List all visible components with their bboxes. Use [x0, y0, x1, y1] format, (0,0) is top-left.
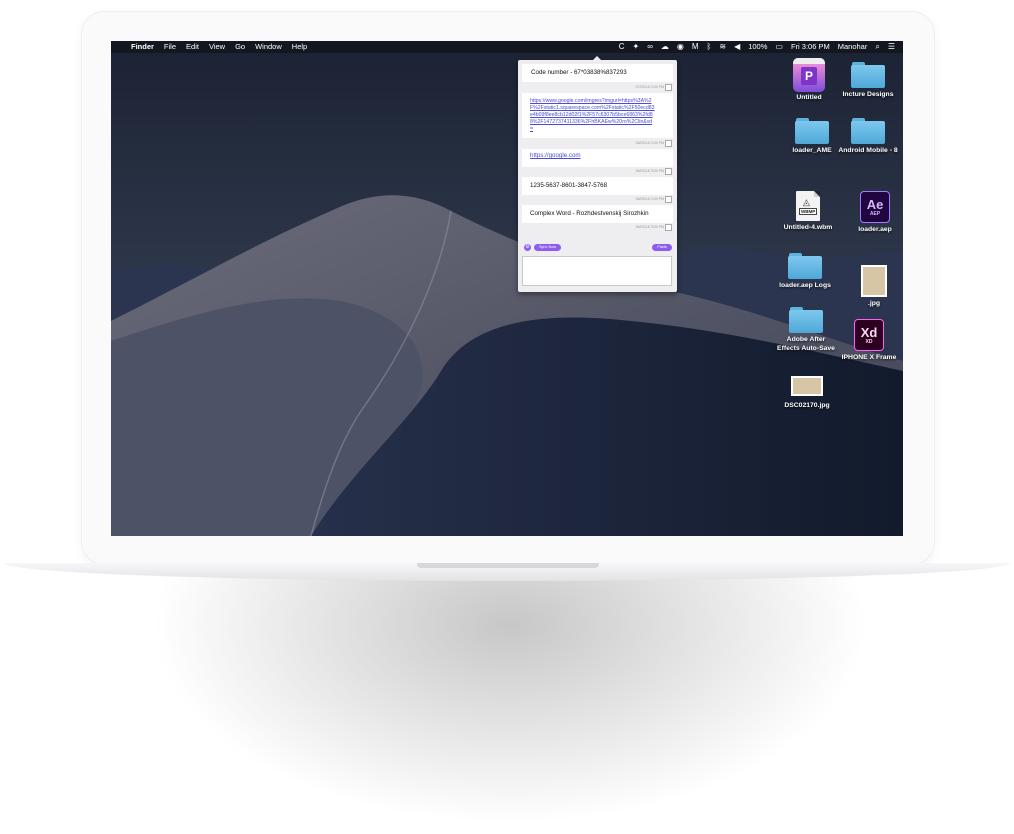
clip-timestamp: 06/03/18 3:04 PM: [635, 169, 664, 173]
clip-meta: 06/03/18 3:04 PM: [522, 196, 673, 203]
desktop-screen: Finder File Edit View Go Window Help C ✦…: [111, 41, 903, 536]
battery-icon[interactable]: ▭: [775, 41, 783, 53]
clip-select-checkbox[interactable]: [665, 224, 672, 231]
clip-select-checkbox[interactable]: [665, 84, 672, 91]
clip-meta: 06/03/18 3:04 PM: [522, 168, 673, 175]
popup-left-controls: ⚙ Sync Now: [524, 243, 562, 251]
clip-meta: 06/03/18 3:04 PM: [522, 224, 673, 231]
wifi-icon[interactable]: ≋: [719, 41, 726, 53]
clip-timestamp: 07/03/18 3:04 PM: [635, 85, 664, 89]
desktop-icon-label: loader_AME: [792, 147, 832, 154]
clip-text: 1235-5637-8601-3847-5768: [530, 182, 608, 189]
desktop-icon-jpg[interactable]: .jpg: [844, 265, 903, 309]
folder-icon: [851, 62, 885, 88]
user-name[interactable]: Manohar: [838, 41, 868, 53]
desktop-icon-untitled[interactable]: P Untitled: [779, 58, 839, 103]
menu-go[interactable]: Go: [235, 41, 245, 53]
webm-file-icon: ◬ WBMP: [796, 191, 820, 221]
laptop-notch: [417, 563, 599, 568]
spotlight-search-icon[interactable]: ⌕: [875, 41, 879, 53]
desktop-icon-dsc02170[interactable]: DSC02170.jpg: [777, 376, 837, 411]
menu-view[interactable]: View: [209, 41, 225, 53]
desktop-icon-label: Untitled: [796, 94, 822, 101]
clip-select-checkbox[interactable]: [665, 196, 672, 203]
popup-caret: [592, 56, 602, 61]
menu-edit[interactable]: Edit: [186, 41, 199, 53]
marker-icon[interactable]: M: [692, 41, 699, 53]
desktop-icon-loader-ame[interactable]: loader_AME: [782, 118, 842, 156]
photo-thumbnail-icon: [791, 376, 823, 396]
pages-file-icon: P: [793, 58, 825, 92]
desktop-icon-android-mobile[interactable]: Android Mobile - 8: [838, 118, 898, 156]
eye-icon[interactable]: ◉: [677, 41, 684, 53]
clip-item[interactable]: https://www.google.com/imgres?imgurl=htt…: [522, 93, 673, 138]
paste-button[interactable]: Paste: [652, 243, 672, 251]
clip-select-checkbox[interactable]: [665, 168, 672, 175]
popup-right-controls: Paste: [652, 243, 672, 251]
notification-center-icon[interactable]: ☰: [888, 41, 895, 53]
desktop-icon-after-effects-auto-save[interactable]: Adobe After Effects Auto-Save: [776, 307, 836, 353]
clip-item[interactable]: 1235-5637-8601-3847-5768: [522, 177, 673, 195]
desktop-icon-untitled-4-wbm[interactable]: ◬ WBMP Untitled-4.wbm: [778, 191, 838, 233]
volume-icon[interactable]: ◀: [734, 41, 740, 53]
sync-now-button[interactable]: Sync Now: [534, 243, 562, 251]
desktop-icon-loader-aep[interactable]: Ae AEP loader.aep: [845, 191, 903, 235]
photo-thumbnail-icon: [861, 265, 887, 297]
desktop-icon-label: .jpg: [867, 300, 881, 307]
dropbox-icon[interactable]: ✦: [632, 41, 639, 53]
menu-bar: Finder File Edit View Go Window Help C ✦…: [111, 41, 903, 53]
clip-item[interactable]: https://google.com: [522, 149, 673, 167]
folder-icon: [795, 118, 829, 144]
menu-window[interactable]: Window: [255, 41, 282, 53]
clip-link[interactable]: https://google.com: [530, 152, 581, 159]
menu-help[interactable]: Help: [292, 41, 307, 53]
desktop-icon-label: Incture Designs: [842, 91, 894, 98]
clipboard-popup: Code number - 67*03838%837293 07/03/18 3…: [518, 56, 677, 292]
desktop-icon-label: Android Mobile - 8: [838, 147, 898, 154]
clip-text: Code number - 67*03838%837293: [531, 69, 627, 76]
clip-item[interactable]: Code number - 67*03838%837293: [522, 64, 673, 82]
folder-icon: [851, 118, 885, 144]
folder-icon: [789, 307, 823, 333]
desktop-icon-incture-designs[interactable]: Incture Designs: [838, 62, 898, 100]
clip-link[interactable]: https://www.google.com/imgres?imgurl=htt…: [530, 98, 655, 132]
clip-timestamp: 06/03/18 3:04 PM: [635, 197, 664, 201]
laptop-shadow: [150, 575, 870, 825]
clock[interactable]: Fri 3:06 PM: [791, 41, 830, 53]
desktop-icon-label: loader.aep: [858, 226, 892, 233]
desktop-icon-label: loader.aep Logs: [779, 282, 831, 289]
clip-item[interactable]: Complex Word - Rozhdestvenskij Sirozhkin: [522, 205, 673, 223]
clip-meta: 07/03/18 3:04 PM: [522, 84, 673, 91]
after-effects-file-icon: Ae AEP: [860, 191, 890, 223]
folder-icon: [788, 253, 822, 279]
clip-meta: 06/03/18 3:04 PM: [522, 140, 673, 147]
clip-timestamp: 06/03/18 3:04 PM: [635, 141, 664, 145]
creative-cloud-icon[interactable]: ∞: [647, 41, 653, 53]
menu-file[interactable]: File: [164, 41, 176, 53]
cloud-sync-icon[interactable]: ☁: [661, 41, 669, 53]
desktop-icon-loader-aep-logs[interactable]: loader.aep Logs: [775, 253, 835, 291]
desktop-icon-label: DSC02170.jpg: [784, 402, 830, 409]
settings-gear-icon[interactable]: ⚙: [524, 243, 531, 251]
desktop-icon-label: IPHONE X Frame: [841, 354, 897, 361]
clip-timestamp: 06/03/18 3:04 PM: [635, 225, 664, 229]
clip-select-checkbox[interactable]: [665, 140, 672, 147]
menu-app-finder[interactable]: Finder: [131, 41, 154, 53]
clip-compose-textarea[interactable]: [522, 256, 672, 286]
clip-text: Complex Word - Rozhdestvenskij Sirozhkin: [530, 210, 649, 217]
bluetooth-icon[interactable]: ᛒ: [707, 41, 712, 53]
desktop-icon-label: Adobe After Effects Auto-Save: [777, 336, 835, 352]
clipboard-app-icon[interactable]: C: [619, 41, 625, 53]
adobe-xd-file-icon: Xd XD: [854, 319, 884, 351]
battery-percent[interactable]: 100%: [748, 41, 767, 53]
desktop-icon-iphone-x-frame[interactable]: Xd XD IPHONE X Frame: [839, 319, 899, 363]
desktop-icon-label: Untitled-4.wbm: [783, 224, 833, 231]
